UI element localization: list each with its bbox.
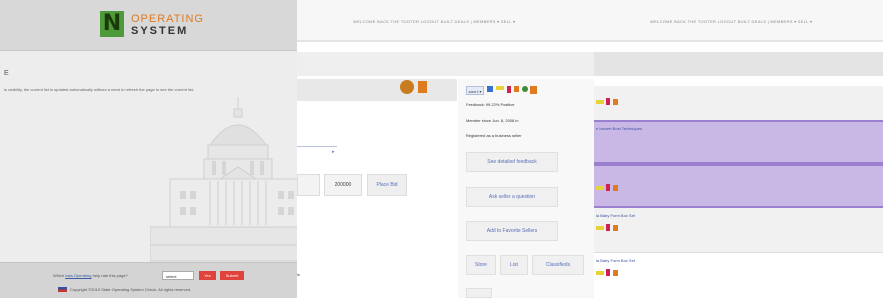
copyright: Copyright ©2019 State Operating System C… (58, 287, 192, 293)
rss-icon[interactable] (418, 81, 427, 93)
question-suffix: help rate this page? (92, 273, 128, 278)
red-badge-icon (507, 86, 514, 95)
logo-text-line1[interactable]: OPERATING (131, 13, 204, 25)
tag-icon (596, 270, 604, 275)
item-icons (596, 269, 618, 276)
item-icons (596, 184, 618, 191)
tag-icon (596, 185, 604, 190)
classifieds-button[interactable]: Classifieds (532, 255, 584, 275)
auto-refresh-notice: is visibility, the current list is updat… (4, 87, 195, 92)
seller-info-card: sam-t ▾ Feedback: 99.22% Positive Member… (458, 79, 594, 298)
site-header: N OPERATING SYSTEM (0, 0, 300, 51)
section-header (297, 79, 457, 101)
list-item[interactable]: la Baby Form Box Set (594, 253, 883, 298)
member-since: Member since Jun. 8, 2008 in (466, 118, 519, 123)
expand-marker[interactable]: ▸ (332, 149, 335, 155)
item-icons (596, 224, 618, 231)
item-title[interactable]: la Baby Form Box Set (596, 213, 635, 218)
left-screen: N OPERATING SYSTEM E is visibility, the … (0, 0, 300, 298)
list-item[interactable] (594, 86, 883, 120)
quantity-input[interactable] (297, 174, 320, 196)
yes-button[interactable]: Yes (199, 271, 216, 280)
middle-screen: WELCOME BACK THE TOOTER LOGOUT BUILT DEA… (297, 0, 594, 298)
flag-icon (606, 98, 610, 105)
logo-text-line2[interactable]: SYSTEM (131, 25, 188, 37)
pin-icon (613, 98, 618, 105)
yellow-badge-icon (496, 86, 506, 95)
list-item-highlighted[interactable]: n Incoert Bost Techniques (594, 120, 883, 164)
star-icon (487, 86, 493, 95)
tag-icon (596, 225, 604, 230)
flag-icon (606, 184, 610, 191)
site-link[interactable]: kala-Operating (65, 273, 91, 278)
feedback-question: Which kala-Operating help rate this page… (53, 273, 128, 278)
more-button[interactable] (466, 288, 492, 298)
orange-badge-icon (530, 86, 537, 95)
pin-icon (613, 224, 618, 231)
top-navigation: WELCOME BACK THE TOOTER LOGOUT BUILT DEA… (594, 0, 883, 42)
favorite-seller-button[interactable]: Add to Favorite Sellers (466, 221, 558, 241)
nav-links[interactable]: WELCOME BACK THE TOOTER LOGOUT BUILT DEA… (353, 19, 515, 24)
business-seller-note: Registered as a business seller (466, 133, 522, 138)
list-item[interactable]: la Baby Form Box Set (594, 208, 883, 252)
copyright-text: Copyright ©2019 State Operating System C… (70, 287, 192, 292)
list-item-highlighted[interactable] (594, 164, 883, 208)
store-button[interactable]: Store (466, 255, 496, 275)
pin-icon (613, 184, 618, 191)
submit-button[interactable]: Submit (220, 271, 244, 280)
badge-icon (400, 80, 414, 94)
item-icons (596, 98, 618, 105)
toolbar-band (594, 52, 883, 76)
toolbar-band (297, 52, 594, 76)
right-screen: WELCOME BACK THE TOOTER LOGOUT BUILT DEA… (594, 0, 883, 298)
green-badge-icon (522, 86, 528, 95)
pin-icon (613, 269, 618, 276)
item-title[interactable]: la Baby Form Box Set (596, 258, 635, 263)
flag-icon (606, 269, 610, 276)
us-flag-icon (58, 287, 67, 293)
feedback-footer: Which kala-Operating help rate this page… (0, 262, 300, 298)
question-prefix: Which (53, 273, 65, 278)
rating-select[interactable]: select (162, 271, 194, 280)
place-bid-button[interactable]: Place Bid (367, 174, 407, 196)
list-button[interactable]: List (500, 255, 528, 275)
bid-amount-input[interactable]: 200000 (324, 174, 362, 196)
capitol-illustration (150, 97, 300, 262)
text-fragment: ls (297, 272, 300, 277)
tag-icon (596, 99, 604, 104)
pin-icon (514, 86, 519, 95)
feedback-score: Feedback: 99.22% Positive (466, 102, 515, 107)
logo-mark[interactable]: N (100, 11, 124, 37)
ask-seller-button[interactable]: Ask seller a question (466, 187, 558, 207)
item-title[interactable]: n Incoert Bost Techniques (596, 126, 642, 131)
top-navigation: WELCOME BACK THE TOOTER LOGOUT BUILT DEA… (297, 0, 594, 42)
flag-icon (606, 224, 610, 231)
divider (297, 146, 337, 147)
seller-select[interactable]: sam-t ▾ (466, 86, 484, 95)
detailed-feedback-button[interactable]: See detailed feedback (466, 152, 558, 172)
page-heading: E (4, 70, 9, 77)
nav-links[interactable]: WELCOME BACK THE TOOTER LOGOUT BUILT DEA… (650, 19, 812, 24)
